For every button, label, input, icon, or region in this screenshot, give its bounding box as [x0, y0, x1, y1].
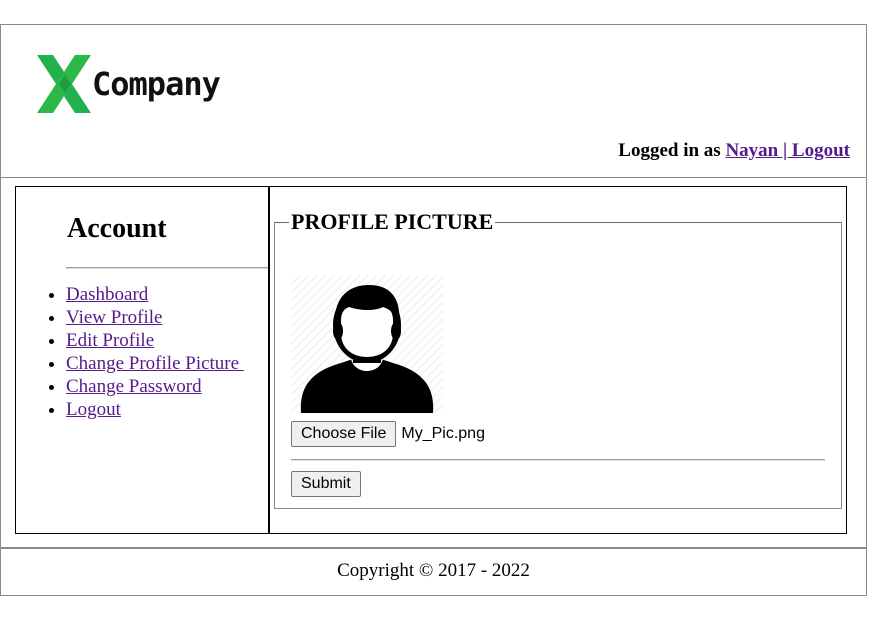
sidebar-item-change-password: Change Password [66, 375, 244, 398]
change-password-link[interactable]: Change Password [66, 376, 202, 397]
sidebar-title: Account [67, 213, 167, 244]
sidebar-item-view-profile: View Profile [66, 306, 244, 329]
content-divider [291, 459, 825, 461]
sidebar-menu: Dashboard View Profile Edit Profile Chan… [26, 283, 244, 421]
user-logout-link[interactable]: Nayan | Logout [725, 140, 850, 161]
submit-row: Submit [291, 471, 361, 497]
main-content: PROFILE PICTURE Choose File My_Pic.png S… [270, 187, 846, 533]
sidebar-item-change-profile-picture: Change Profile Picture [66, 352, 244, 375]
login-status: Logged in as Nayan | Logout [618, 140, 850, 162]
sidebar-item-edit-profile: Edit Profile [66, 329, 244, 352]
company-logo: Company [35, 53, 235, 115]
dashboard-link[interactable]: Dashboard [66, 284, 148, 305]
x-logo-icon [37, 55, 91, 113]
layout-table: Account Dashboard View Profile Edit Prof… [15, 186, 847, 534]
sidebar-item-dashboard: Dashboard [66, 283, 244, 306]
account-sidebar: Account Dashboard View Profile Edit Prof… [16, 187, 270, 533]
fieldset-legend: PROFILE PICTURE [291, 209, 494, 234]
file-input-row: Choose File My_Pic.png [291, 421, 485, 447]
copyright-text: Copyright © 2017 - 2022 [337, 560, 530, 581]
edit-profile-link[interactable]: Edit Profile [66, 330, 154, 351]
profile-picture-fieldset: PROFILE PICTURE Choose File My_Pic.png S… [274, 211, 842, 509]
change-profile-picture-link[interactable]: Change Profile Picture [66, 353, 244, 374]
choose-file-button[interactable]: Choose File [291, 421, 397, 447]
sidebar-item-logout: Logout [66, 398, 244, 421]
page-header: Company Logged in as Nayan | Logout [0, 24, 867, 178]
page-footer: Copyright © 2017 - 2022 [0, 548, 867, 596]
logo-text: Company [92, 65, 221, 103]
sidebar-divider [66, 267, 268, 269]
selected-file-name: My_Pic.png [401, 425, 485, 442]
submit-button[interactable]: Submit [291, 471, 361, 497]
user-silhouette-icon [291, 275, 443, 413]
logged-in-label: Logged in as [618, 140, 726, 161]
view-profile-link[interactable]: View Profile [66, 307, 162, 328]
logout-link[interactable]: Logout [66, 399, 121, 420]
